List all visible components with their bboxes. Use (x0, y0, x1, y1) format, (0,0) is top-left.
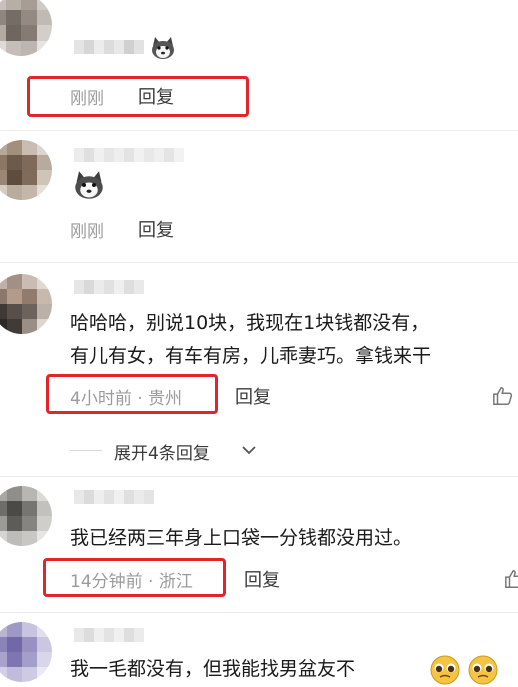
husky-sticker-icon (75, 171, 103, 199)
username-blurred[interactable] (74, 490, 154, 504)
avatar[interactable] (0, 140, 52, 200)
comment-thread: 刚刚 回复 刚刚 回复 哈哈哈，别说10块，我现在1块钱都没有， 有儿有女，有车… (0, 0, 518, 687)
username-blurred[interactable] (74, 40, 144, 54)
expand-divider (70, 450, 102, 451)
highlight-box (27, 76, 249, 117)
avatar[interactable] (0, 0, 52, 56)
chevron-down-icon[interactable] (240, 443, 258, 457)
comment-text: 有儿有女，有车有房，儿乖妻巧。拿钱来干 (70, 345, 432, 367)
expand-replies-button[interactable]: 展开4条回复 (114, 439, 210, 464)
divider (0, 130, 518, 131)
reply-button[interactable]: 回复 (138, 216, 174, 242)
reply-button[interactable]: 回复 (244, 566, 280, 592)
avatar[interactable] (0, 622, 52, 682)
highlight-box (46, 374, 218, 414)
username-blurred[interactable] (74, 628, 144, 642)
divider (0, 476, 518, 477)
comment-text: 我一毛都没有，但我能找男盆友不 (70, 658, 356, 680)
username-blurred[interactable] (74, 280, 144, 294)
pleading-face-emoji (468, 655, 498, 685)
highlight-box (43, 558, 226, 597)
divider (0, 262, 518, 263)
comment-text: 我已经两三年身上口袋一分钱都没用过。 (70, 527, 413, 549)
comment-time: 刚刚 (70, 222, 104, 242)
avatar[interactable] (0, 486, 52, 546)
husky-sticker-icon (152, 37, 174, 59)
reply-button[interactable]: 回复 (235, 383, 271, 409)
thumb-up-icon[interactable] (492, 385, 514, 407)
divider (0, 612, 518, 613)
pleading-face-emoji (430, 655, 460, 685)
username-blurred[interactable] (74, 148, 184, 162)
comment-text: 哈哈哈，别说10块，我现在1块钱都没有， (70, 312, 430, 334)
avatar[interactable] (0, 274, 52, 334)
thumb-up-icon[interactable] (504, 568, 518, 590)
